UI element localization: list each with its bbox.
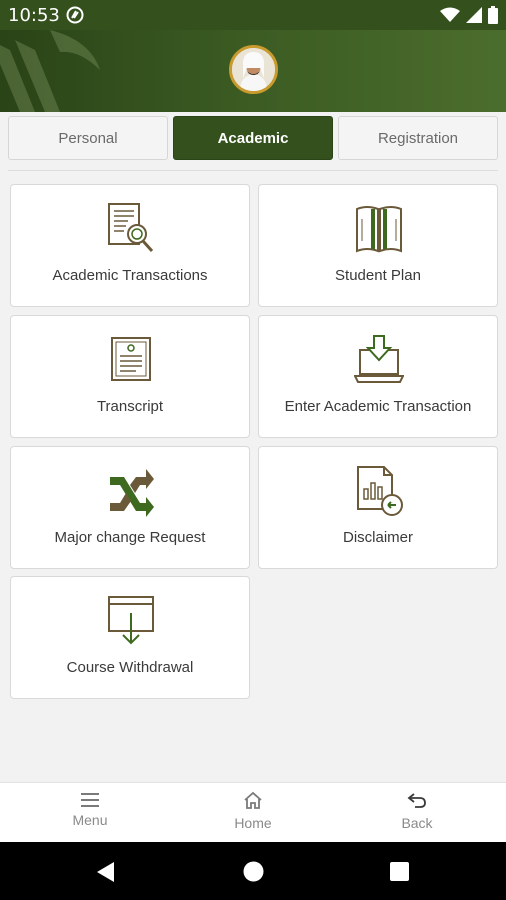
- notification-icon: [66, 6, 84, 24]
- status-bar: 10:53: [0, 0, 506, 30]
- profile-avatar[interactable]: [229, 45, 278, 94]
- avatar-image: [232, 48, 275, 91]
- system-recents-icon[interactable]: [390, 862, 409, 881]
- nav-home[interactable]: Home: [169, 783, 337, 843]
- disclaimer-card[interactable]: Disclaimer: [258, 446, 498, 569]
- system-home-icon[interactable]: [243, 861, 264, 882]
- battery-icon: [488, 6, 498, 24]
- nav-menu[interactable]: Menu: [6, 783, 174, 843]
- card-label: Major change Request: [54, 529, 206, 546]
- signal-icon: [466, 7, 482, 23]
- nav-back-label: Back: [401, 815, 433, 831]
- tab-bar: Personal Academic Registration: [8, 116, 498, 160]
- report-return-icon: [357, 466, 403, 516]
- tab-personal[interactable]: Personal: [8, 116, 168, 160]
- transcript-icon: [111, 337, 151, 381]
- wifi-icon: [440, 7, 460, 22]
- system-navigation-bar: [0, 842, 506, 900]
- status-time: 10:53: [8, 5, 60, 26]
- laptop-download-icon: [354, 335, 404, 383]
- back-icon: [407, 793, 426, 808]
- card-label: Disclaimer: [342, 529, 413, 546]
- menu-icon: [81, 793, 99, 807]
- tab-academic[interactable]: Academic: [173, 116, 333, 160]
- university-logo-watermark: [0, 30, 100, 112]
- major-change-request-card[interactable]: Major change Request: [10, 446, 250, 569]
- course-withdrawal-card[interactable]: Course Withdrawal: [10, 576, 250, 699]
- transcript-card[interactable]: Transcript: [10, 315, 250, 438]
- academic-transactions-card[interactable]: Academic Transactions: [10, 184, 250, 307]
- card-label: Academic Transactions: [52, 267, 208, 284]
- card-label: Enter Academic Transaction: [284, 398, 472, 415]
- enter-academic-transaction-card[interactable]: Enter Academic Transaction: [258, 315, 498, 438]
- open-book-icon: [356, 206, 402, 253]
- system-back-icon[interactable]: [96, 861, 116, 883]
- status-icons: [440, 6, 498, 24]
- nav-back[interactable]: Back: [333, 783, 501, 843]
- tabs-divider: [8, 170, 498, 171]
- window-download-icon: [108, 596, 154, 645]
- nav-home-label: Home: [234, 815, 272, 831]
- document-search-icon: [108, 203, 154, 253]
- home-icon: [244, 791, 262, 809]
- bottom-navigation: Menu Home Back: [0, 782, 506, 842]
- nav-menu-label: Menu: [72, 812, 108, 828]
- card-label: Student Plan: [335, 267, 421, 284]
- profile-header: [0, 30, 506, 112]
- card-label: Transcript: [96, 398, 164, 415]
- card-label: Course Withdrawal: [66, 659, 194, 676]
- swap-arrows-icon: [110, 469, 154, 517]
- student-plan-card[interactable]: Student Plan: [258, 184, 498, 307]
- tab-registration[interactable]: Registration: [338, 116, 498, 160]
